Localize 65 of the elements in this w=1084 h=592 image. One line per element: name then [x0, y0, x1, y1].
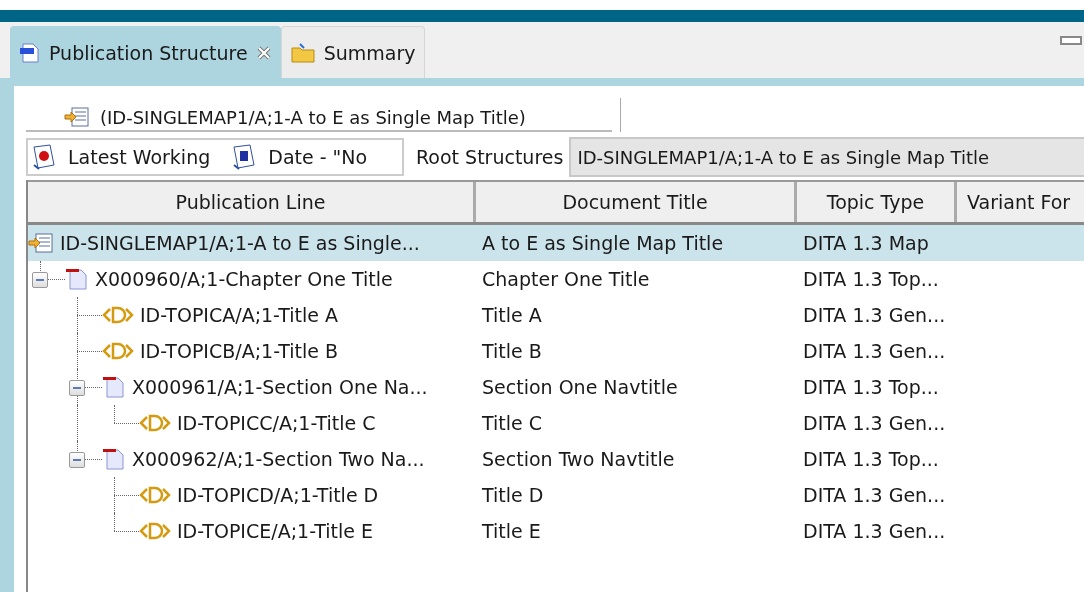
document-icon: [65, 267, 89, 291]
table-cell-text: DITA 1.3 Top...: [802, 448, 940, 470]
tree-row[interactable]: ID-TOPICE/A;1-Title E Title E DITA 1.3 Gen...: [28, 513, 1084, 549]
tree-row[interactable]: ID-SINGLEMAP1/A;1-A to E as Single... A to E as Single Map Title DITA 1.3 Map: [28, 225, 1084, 261]
document-icon: [102, 447, 126, 471]
tree-item-label: ID-SINGLEMAP1/A;1-A to E as Single...: [60, 232, 420, 254]
table-cell-text: Title E: [481, 520, 542, 542]
breadcrumb-button[interactable]: (ID-SINGLEMAP1/A;1-A to E as Single Map Title): [26, 106, 612, 132]
table-cell-text: Chapter One Title: [481, 268, 651, 290]
collapse-icon[interactable]: [32, 272, 48, 288]
topic-icon: [139, 485, 171, 505]
close-icon[interactable]: [255, 44, 272, 61]
table-cell-text: Section Two Navtitle: [481, 448, 676, 470]
tree-item-label: X000962/A;1-Section Two Na...: [132, 448, 425, 470]
tree-item-label: ID-TOPICD/A;1-Title D: [177, 484, 379, 506]
tab[interactable]: Publication Structure: [10, 26, 281, 78]
tree-item-label: ID-TOPICB/A;1-Title B: [140, 340, 339, 362]
tree-item-label: X000960/A;1-Chapter One Title: [95, 268, 393, 290]
filter-button[interactable]: Date - "No: [230, 143, 368, 171]
topic-icon: [139, 521, 171, 541]
tree-item-label: ID-TOPICE/A;1-Title E: [177, 520, 373, 542]
collapse-icon[interactable]: [69, 452, 85, 468]
collapse-icon[interactable]: [69, 380, 85, 396]
table-cell-text: DITA 1.3 Gen...: [802, 340, 947, 362]
table-cell-text: DITA 1.3 Gen...: [802, 520, 947, 542]
table-cell-text: DITA 1.3 Gen...: [802, 484, 947, 506]
topic-icon: [102, 341, 134, 361]
column-header[interactable]: Topic Type: [797, 182, 957, 222]
table-cell-text: Title A: [481, 304, 543, 326]
table-cell-text: DITA 1.3 Map: [802, 232, 930, 254]
column-header[interactable]: Document Title: [476, 182, 797, 222]
tree-row[interactable]: ID-TOPICB/A;1-Title B Title B DITA 1.3 Gen...: [28, 333, 1084, 369]
tree-row[interactable]: X000961/A;1-Section One Na... Section One Navtitle DITA 1.3 Top...: [28, 369, 1084, 405]
r-document-icon: [30, 143, 58, 171]
folder-icon: [289, 41, 316, 64]
tree-item-label: ID-TOPICA/A;1-Title A: [140, 304, 338, 326]
table-cell-text: Section One Navtitle: [481, 376, 679, 398]
tree-row[interactable]: ID-TOPICC/A;1-Title C Title C DITA 1.3 Gen...: [28, 405, 1084, 441]
table-cell-text: Title C: [481, 412, 544, 434]
tree-item-label: ID-TOPICC/A;1-Title C: [177, 412, 376, 434]
tree-row[interactable]: ID-TOPICA/A;1-Title A Title A DITA 1.3 Gen...: [28, 297, 1084, 333]
table-cell-text: Title B: [481, 340, 543, 362]
column-header[interactable]: Publication Line: [28, 182, 476, 222]
xml-file-icon: [19, 41, 41, 64]
table-cell-text: DITA 1.3 Gen...: [802, 412, 947, 434]
tree-row[interactable]: X000960/A;1-Chapter One Title Chapter One Title DITA 1.3 Top...: [28, 261, 1084, 297]
map-icon: [28, 232, 54, 254]
root-structure-field[interactable]: ID-SINGLEMAP1/A;1-A to E as Single Map Title: [569, 137, 1084, 177]
table-cell-text: Title D: [481, 484, 545, 506]
table-cell-text: DITA 1.3 Gen...: [802, 304, 947, 326]
filter-button[interactable]: Latest Working: [30, 143, 211, 171]
topic-icon: [139, 413, 171, 433]
map-icon: [64, 106, 90, 128]
tab[interactable]: Summary: [280, 26, 425, 78]
table-cell-text: A to E as Single Map Title: [481, 232, 725, 254]
tree-row[interactable]: X000962/A;1-Section Two Na... Section Two Navtitle DITA 1.3 Top...: [28, 441, 1084, 477]
column-header[interactable]: Variant For: [957, 182, 1084, 222]
root-structures-label: Root Structures: [416, 146, 564, 168]
minimize-icon[interactable]: [1060, 36, 1082, 45]
tree-row[interactable]: ID-TOPICD/A;1-Title D Title D DITA 1.3 Gen...: [28, 477, 1084, 513]
table-cell-text: DITA 1.3 Top...: [802, 268, 940, 290]
tree-item-label: X000961/A;1-Section One Na...: [132, 376, 428, 398]
document-icon: [102, 375, 126, 399]
table-cell-text: DITA 1.3 Top...: [802, 376, 940, 398]
topic-icon: [102, 305, 134, 325]
